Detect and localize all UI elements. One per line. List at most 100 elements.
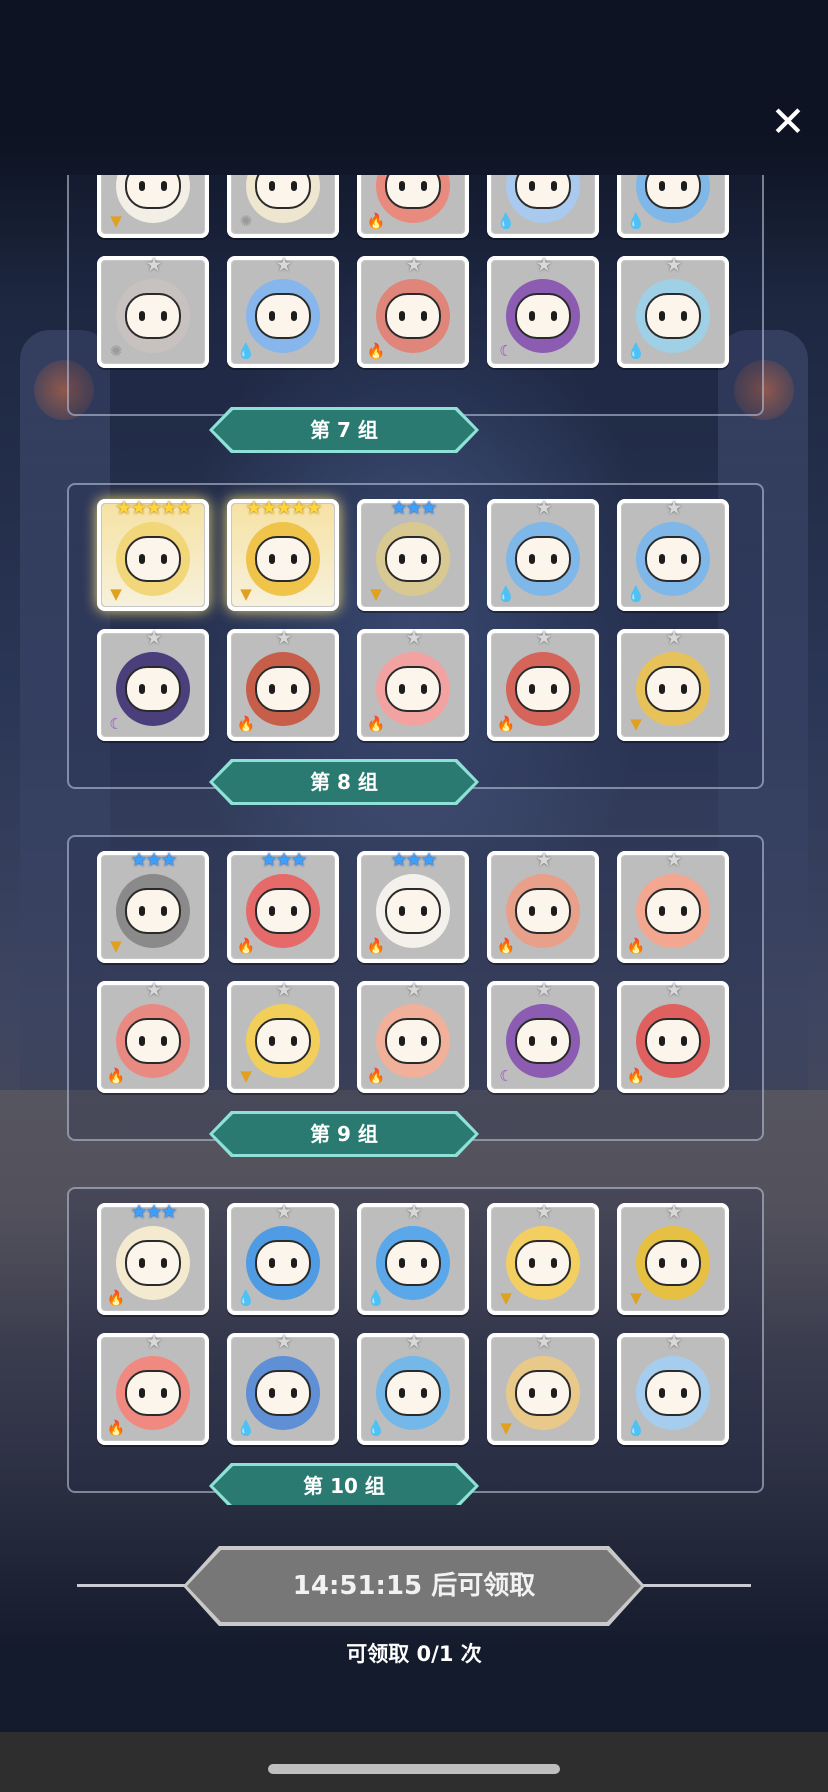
bottom-bar	[0, 1732, 828, 1792]
water-element-icon: 💧	[236, 1419, 256, 1437]
hero-face	[515, 1240, 571, 1287]
hero-card[interactable]: ★ 💧	[487, 499, 599, 611]
fire-element-icon: 🔥	[106, 1067, 126, 1085]
hero-portrait	[376, 1356, 450, 1431]
star-rating-icon: ★	[145, 981, 162, 1001]
hero-portrait	[116, 1226, 190, 1301]
hero-card[interactable]: ★ ▼	[617, 1203, 729, 1315]
hero-card[interactable]: ★ 🔥	[97, 981, 209, 1093]
star-rating-icon: ★	[535, 499, 552, 519]
hero-face	[125, 293, 181, 340]
hero-face	[385, 293, 441, 340]
hero-face	[125, 666, 181, 713]
dark-element-icon: ☾	[499, 342, 513, 360]
hero-portrait	[116, 1356, 190, 1431]
hero-card[interactable]: ★ ✺	[97, 256, 209, 368]
hero-portrait	[376, 874, 450, 949]
star-rating-icon: ★	[405, 981, 422, 1001]
hero-portrait	[636, 1356, 710, 1431]
hero-face	[255, 1018, 311, 1065]
earth-element-icon: ▼	[240, 585, 252, 603]
hero-card[interactable]: ★ ☾	[487, 981, 599, 1093]
hero-card[interactable]: ★ ☾	[97, 629, 209, 741]
hero-card[interactable]: ★ 🔥	[487, 629, 599, 741]
star-rating-icon: ★★★	[390, 851, 437, 871]
group-label-ribbon: 第 10 组	[209, 1463, 479, 1505]
fire-element-icon: 🔥	[496, 937, 516, 955]
group-panel: ★★★★★ ▼ ★★★★★ ▼ ★★★ ▼ ★ 💧 ★ 💧 ★ ☾ ★ 🔥 ★ 🔥 ★ 🔥 ★ ▼	[67, 483, 764, 789]
fire-element-icon: 🔥	[106, 1419, 126, 1437]
hero-portrait	[506, 1356, 580, 1431]
hero-face	[125, 1018, 181, 1065]
hero-face	[255, 1240, 311, 1287]
fire-element-icon: 🔥	[236, 715, 256, 733]
footer-divider-right	[641, 1584, 751, 1587]
hero-card[interactable]: ★★★ 🔥	[357, 851, 469, 963]
close-icon[interactable]: ✕	[766, 100, 810, 144]
group-label: 第 9 组	[310, 1122, 378, 1146]
star-rating-icon: ★★★★★	[245, 499, 322, 519]
hero-card[interactable]: ★ 💧	[227, 1333, 339, 1445]
hero-card[interactable]: ★ 🔥	[357, 629, 469, 741]
hero-card[interactable]: 🔥	[357, 175, 469, 238]
hero-portrait	[636, 522, 710, 597]
hero-card[interactable]: ★★★★★ ▼	[227, 499, 339, 611]
group-list[interactable]: ▼ ✺ 🔥 💧 💧 ★ ✺ ★ 💧 ★ 🔥 ★ ☾ ★ 💧 第 7 组 ★★★★★ ▼ ★★★★★ ▼ ★★★ ▼ ★ 💧 ★ 💧…	[0, 175, 828, 1505]
hero-card[interactable]: ★★★ 🔥	[227, 851, 339, 963]
group-panel: ★★★ ▼ ★★★ 🔥 ★★★ 🔥 ★ 🔥 ★ 🔥 ★ 🔥 ★ ▼ ★ 🔥 ★ ☾ ★ 🔥	[67, 835, 764, 1141]
hero-card[interactable]: ★ 💧	[617, 499, 729, 611]
hero-card[interactable]: ★★★ 🔥	[97, 1203, 209, 1315]
star-rating-icon: ★	[275, 1203, 292, 1223]
earth-element-icon: ▼	[110, 585, 122, 603]
hero-card[interactable]: ★★★ ▼	[97, 851, 209, 963]
hero-card[interactable]: ★ ▼	[487, 1333, 599, 1445]
group-label-ribbon: 第 8 组	[209, 759, 479, 805]
star-rating-icon: ★	[665, 629, 682, 649]
water-element-icon: 💧	[496, 585, 516, 603]
group-panel: ▼ ✺ 🔥 💧 💧 ★ ✺ ★ 💧 ★ 🔥 ★ ☾ ★ 💧	[67, 175, 764, 416]
hero-card[interactable]: ★ 💧	[357, 1333, 469, 1445]
star-rating-icon: ★	[275, 981, 292, 1001]
water-element-icon: 💧	[496, 212, 516, 230]
hero-card[interactable]: ✺	[227, 175, 339, 238]
light-element-icon: ✺	[239, 212, 253, 230]
fire-element-icon: 🔥	[366, 1067, 386, 1085]
hero-card[interactable]: 💧	[487, 175, 599, 238]
hero-face	[125, 1370, 181, 1417]
hero-card[interactable]: ★ 🔥	[97, 1333, 209, 1445]
hero-portrait	[116, 874, 190, 949]
claim-timer-button[interactable]: 14:51:15 后可领取	[183, 1546, 645, 1626]
hero-card[interactable]: ★ 💧	[617, 256, 729, 368]
hero-card[interactable]: ★★★★★ ▼	[97, 499, 209, 611]
fire-element-icon: 🔥	[496, 715, 516, 733]
star-rating-icon: ★	[535, 1203, 552, 1223]
hero-card[interactable]: ★ 🔥	[357, 981, 469, 1093]
light-element-icon: ✺	[109, 342, 123, 360]
hero-card[interactable]: ★ 🔥	[487, 851, 599, 963]
hero-card[interactable]: 💧	[617, 175, 729, 238]
hero-card[interactable]: ★ 💧	[227, 256, 339, 368]
star-rating-icon: ★	[275, 629, 292, 649]
water-element-icon: 💧	[366, 1419, 386, 1437]
hero-portrait	[636, 279, 710, 354]
hero-card[interactable]: ★ 🔥	[227, 629, 339, 741]
hero-face	[645, 175, 701, 210]
hero-card[interactable]: ★ 💧	[617, 1333, 729, 1445]
hero-card[interactable]: ★ ▼	[487, 1203, 599, 1315]
hero-face	[255, 293, 311, 340]
hero-card[interactable]: ★ ▼	[617, 629, 729, 741]
earth-element-icon: ▼	[240, 1067, 252, 1085]
hero-card[interactable]: ★ ▼	[227, 981, 339, 1093]
hero-card[interactable]: ★ 🔥	[357, 256, 469, 368]
hero-card[interactable]: ▼	[97, 175, 209, 238]
hero-face	[645, 1370, 701, 1417]
fire-element-icon: 🔥	[626, 1067, 646, 1085]
hero-card[interactable]: ★ 🔥	[617, 851, 729, 963]
hero-card[interactable]: ★ ☾	[487, 256, 599, 368]
hero-card[interactable]: ★ 💧	[227, 1203, 339, 1315]
hero-card[interactable]: ★ 💧	[357, 1203, 469, 1315]
fire-element-icon: 🔥	[366, 715, 386, 733]
hero-portrait	[506, 1226, 580, 1301]
hero-card[interactable]: ★★★ ▼	[357, 499, 469, 611]
hero-card[interactable]: ★ 🔥	[617, 981, 729, 1093]
